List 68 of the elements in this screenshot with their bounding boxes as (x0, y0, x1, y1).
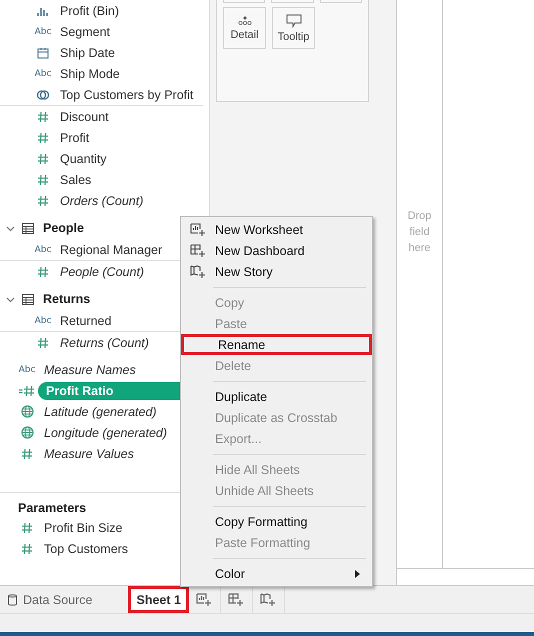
globe-icon (20, 426, 34, 439)
field-item[interactable]: Profit Bin Size (38, 518, 123, 537)
number-type-icon (37, 174, 49, 186)
menu-item[interactable]: Color (181, 563, 372, 584)
field-item[interactable]: Profit (54, 128, 90, 146)
submenu-arrow-icon (355, 570, 360, 578)
field-item[interactable]: Measure Values (38, 444, 134, 462)
set-icon (36, 88, 50, 102)
new-worksheet-icon (196, 593, 212, 606)
globe-icon (20, 405, 34, 418)
field-item[interactable]: Segment (54, 22, 110, 40)
new-worksheet-icon (190, 222, 206, 236)
string-type-icon: Abc (34, 68, 52, 78)
number-type-icon (37, 110, 49, 122)
database-icon (8, 594, 17, 606)
field-item[interactable]: Measure Names (38, 360, 136, 378)
new-dashboard-icon (190, 244, 206, 258)
field-item[interactable]: Discount (54, 108, 109, 126)
field-item[interactable]: Top Customers (38, 540, 128, 558)
field-item[interactable]: Orders (Count) (54, 192, 144, 210)
field-item[interactable]: Ship Date (54, 44, 115, 62)
new-dashboard-icon (228, 593, 244, 606)
menu-item[interactable]: Copy Formatting (181, 511, 372, 532)
field-item[interactable]: Latitude (generated) (38, 402, 157, 420)
table-icon (22, 222, 34, 234)
new-story-icon (190, 264, 206, 278)
field-item[interactable]: Ship Mode (54, 64, 120, 82)
number-type-icon (21, 522, 33, 534)
section-title: Parameters (17, 501, 88, 516)
string-type-icon: Abc (34, 316, 52, 326)
field-item[interactable]: People (Count) (54, 262, 144, 280)
sheet-tab[interactable]: Sheet 1 (128, 586, 189, 614)
drop-field-hint: Drop field here (406, 209, 432, 256)
menu-item[interactable]: New Dashboard (181, 240, 372, 261)
number-type-icon (21, 542, 33, 555)
number-type-icon (37, 266, 49, 278)
mark-button[interactable]: Tooltip (272, 7, 315, 49)
field-item[interactable]: Quantity (54, 150, 107, 168)
calculated-number-icon (19, 384, 35, 396)
speech-bubble-icon (286, 14, 302, 28)
number-type-icon (37, 132, 49, 144)
dots-icon (238, 16, 252, 26)
field-item[interactable]: Top Customers by Profit (54, 86, 194, 104)
number-type-icon (21, 448, 33, 460)
table-name[interactable]: People (43, 221, 84, 235)
chevron-icon[interactable] (6, 224, 15, 232)
field-item[interactable]: Returns (Count) (54, 334, 149, 352)
number-type-icon (37, 152, 49, 164)
string-type-icon: Abc (18, 364, 36, 374)
new-story-icon (260, 593, 276, 606)
table-icon (22, 294, 34, 304)
field-item[interactable]: Regional Manager (54, 240, 162, 258)
number-type-icon (37, 336, 49, 348)
table-name[interactable]: Returns (43, 292, 90, 306)
menu-item[interactable]: New Story (181, 261, 372, 282)
calendar-icon (37, 46, 49, 58)
chevron-icon[interactable] (6, 294, 15, 304)
data-source-tab[interactable]: Data Source (0, 586, 100, 614)
menu-item[interactable]: New Worksheet (181, 219, 372, 240)
number-type-icon (37, 194, 49, 206)
field-item[interactable]: Returned (54, 312, 112, 330)
string-type-icon: Abc (34, 26, 52, 36)
string-type-icon: Abc (34, 244, 52, 254)
field-item[interactable]: Longitude (generated) (38, 424, 168, 442)
field-item[interactable]: Profit (Bin) (54, 2, 120, 20)
field-item[interactable]: Sales (54, 170, 92, 188)
mark-button[interactable]: Detail (223, 7, 266, 49)
menu-item[interactable]: Rename (181, 334, 372, 355)
